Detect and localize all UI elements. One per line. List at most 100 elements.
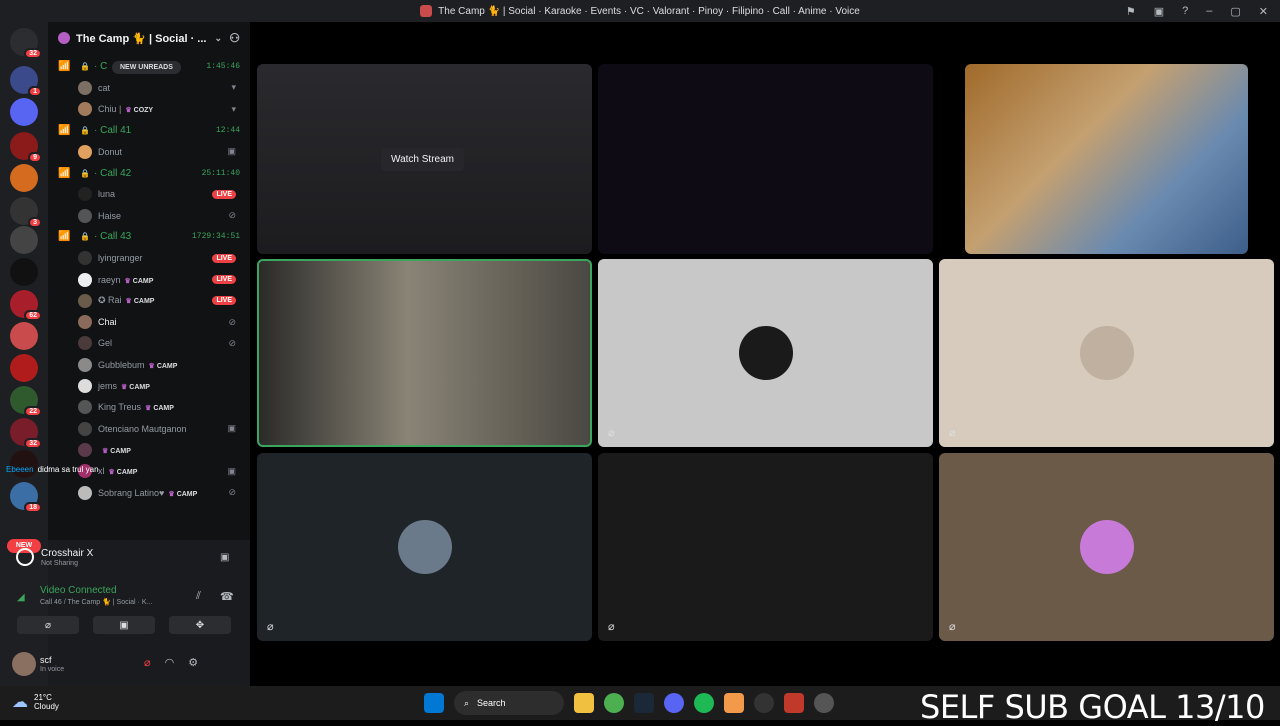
close-button[interactable]: ✕ xyxy=(1259,5,1268,18)
screen-icon[interactable]: ▣ xyxy=(1154,5,1164,18)
headphones-icon[interactable]: ◠ xyxy=(165,656,175,669)
server-icon xyxy=(58,32,70,44)
obs-icon[interactable] xyxy=(754,693,774,713)
server-icon-3[interactable]: 9 xyxy=(10,132,42,163)
mic-muted-icon[interactable]: ⌀ xyxy=(144,656,151,669)
server-icon-0[interactable]: 32 xyxy=(10,28,42,59)
inbox-icon[interactable]: ⚑ xyxy=(1126,5,1136,18)
camera-off-icon: ⌀ xyxy=(44,619,52,631)
windows-start-icon[interactable] xyxy=(424,693,444,713)
server-icon-5[interactable]: 3 xyxy=(10,197,42,228)
misc-app-icon[interactable] xyxy=(814,693,834,713)
voice-channel-name: · Call 42 xyxy=(94,167,132,179)
activities-button[interactable]: ✥ xyxy=(169,616,231,634)
app-icon[interactable] xyxy=(724,693,744,713)
voice-channel-row[interactable]: 📶 🔒 · Call 43 1729:34:51 xyxy=(48,226,250,247)
steam-icon[interactable] xyxy=(634,693,654,713)
webcam-tile[interactable] xyxy=(965,64,1248,254)
server-icon-10[interactable] xyxy=(10,354,38,382)
chevron-down-icon[interactable]: ⌄ xyxy=(214,33,222,44)
weather-widget[interactable]: ☁ 21°C Cloudy xyxy=(12,692,59,712)
voice-member-row[interactable]: Chiu |COZY ▾ xyxy=(48,99,250,120)
member-name: Haise xyxy=(98,210,122,221)
voice-member-row[interactable]: lyingranger LIVE xyxy=(48,248,250,269)
member-name: ✪ RaiCAMP xyxy=(98,295,154,306)
server-badge: 3 xyxy=(28,217,42,228)
taskbar-search[interactable]: ⌕ Search xyxy=(454,691,564,715)
voice-member-row[interactable]: Sobrang Latino♥CAMP ⊘ xyxy=(48,482,250,503)
new-unreads-pill[interactable]: NEW UNREADS xyxy=(112,61,181,74)
voice-member-row[interactable]: Chai ⊘ xyxy=(48,312,250,333)
voice-member-row[interactable]: King TreusCAMP xyxy=(48,397,250,418)
voice-member-row[interactable]: jemsCAMP xyxy=(48,376,250,397)
empty-video-tile[interactable]: ⌀ xyxy=(598,453,933,641)
search-label: Search xyxy=(477,698,506,708)
maximize-button[interactable]: ▢ xyxy=(1230,5,1240,18)
invite-icon[interactable]: ⚇ xyxy=(229,31,240,45)
member-avatar xyxy=(78,315,92,330)
share-game-icon[interactable]: ▣ xyxy=(220,552,229,563)
server-header[interactable]: The Camp 🐈 | Social · ... ⌄ ⚇ xyxy=(48,22,250,54)
window-title: The Camp 🐈 | Social · Karaoke · Events ·… xyxy=(438,5,860,17)
voice-member-row[interactable]: cat ▾ xyxy=(48,77,250,98)
spotify-icon[interactable] xyxy=(694,693,714,713)
avatar-tile[interactable]: ⌀ xyxy=(257,453,592,641)
crosshair-app-icon[interactable] xyxy=(784,693,804,713)
voice-channel-name: · C xyxy=(94,61,108,72)
settings-gear-icon[interactable]: ⚙ xyxy=(188,656,198,669)
member-avatar xyxy=(78,187,92,202)
noise-suppression-icon[interactable]: ⫽ xyxy=(196,590,201,603)
screen-share-button[interactable]: ▣ xyxy=(93,616,155,634)
server-icon-1[interactable]: 1 xyxy=(10,66,42,97)
user-avatar[interactable] xyxy=(12,652,36,676)
avatar-tile[interactable]: ⌀ xyxy=(939,453,1274,641)
member-name: jemsCAMP xyxy=(98,381,150,391)
chrome-icon[interactable] xyxy=(604,693,624,713)
voice-member-row[interactable]: Otenciano Mautganon ▣ xyxy=(48,418,250,439)
member-name: xlCAMP xyxy=(98,466,137,476)
voice-member-row[interactable]: luna LIVE xyxy=(48,184,250,205)
watch-stream-button[interactable]: Watch Stream xyxy=(381,148,464,171)
discord-icon[interactable] xyxy=(664,693,684,713)
voice-member-row[interactable]: CAMP xyxy=(48,439,250,460)
voice-member-row[interactable]: Donut ▣ xyxy=(48,141,250,162)
server-icon-11[interactable]: 22 xyxy=(10,386,42,417)
server-icon-9[interactable] xyxy=(10,322,38,350)
voice-member-row[interactable]: GubblebumCAMP xyxy=(48,354,250,375)
title-bar: The Camp 🐈 | Social · Karaoke · Events ·… xyxy=(0,0,1280,22)
lock-icon: 🔒 xyxy=(80,168,90,178)
stream-tile[interactable]: Watch Stream xyxy=(257,64,592,254)
role-tag: CAMP xyxy=(125,277,154,285)
voice-channel[interactable]: Call 46 / The Camp 🐈 | Social · K... xyxy=(40,598,152,606)
server-icon-4[interactable] xyxy=(10,164,38,192)
server-icon-7[interactable] xyxy=(10,258,38,286)
server-icon-12[interactable]: 32 xyxy=(10,418,42,449)
server-badge: 22 xyxy=(24,406,42,417)
voice-channel-row[interactable]: 📶 🔒 · Call 41 12:44 xyxy=(48,120,250,141)
webcam-tile-speaking[interactable] xyxy=(257,259,592,447)
server-badge: 62 xyxy=(24,310,42,321)
file-explorer-icon[interactable] xyxy=(574,693,594,713)
avatar-tile[interactable]: ⌀ xyxy=(939,259,1274,447)
voice-member-row[interactable]: Haise ⊘ xyxy=(48,205,250,226)
disconnect-icon[interactable]: ☎ xyxy=(220,590,234,603)
voice-member-row[interactable]: Gel ⊘ xyxy=(48,333,250,354)
server-icon-6[interactable] xyxy=(10,226,38,254)
member-name: luna xyxy=(98,189,116,200)
server-icon-8[interactable]: 62 xyxy=(10,290,42,321)
voice-status[interactable]: Video Connected xyxy=(40,585,117,596)
help-icon[interactable]: ? xyxy=(1182,5,1188,17)
video-tile[interactable] xyxy=(598,64,933,254)
member-name: Chiu |COZY xyxy=(98,104,153,114)
participant-avatar xyxy=(1079,326,1134,380)
voice-channel-row[interactable]: 📶 🔒 · Call 42 25:11:40 xyxy=(48,163,250,184)
server-icon-2[interactable] xyxy=(10,98,38,126)
avatar-tile[interactable]: ⌀ xyxy=(598,259,933,447)
member-avatar xyxy=(78,400,92,415)
camera-button[interactable]: ⌀ xyxy=(17,616,79,634)
voice-member-row[interactable]: raeynCAMP LIVE xyxy=(48,269,250,290)
server-icon-14[interactable]: 18 xyxy=(10,482,42,513)
voice-channel-name: · Call 41 xyxy=(94,124,132,136)
voice-member-row[interactable]: ✪ RaiCAMP LIVE xyxy=(48,290,250,311)
minimize-button[interactable]: – xyxy=(1206,5,1212,17)
